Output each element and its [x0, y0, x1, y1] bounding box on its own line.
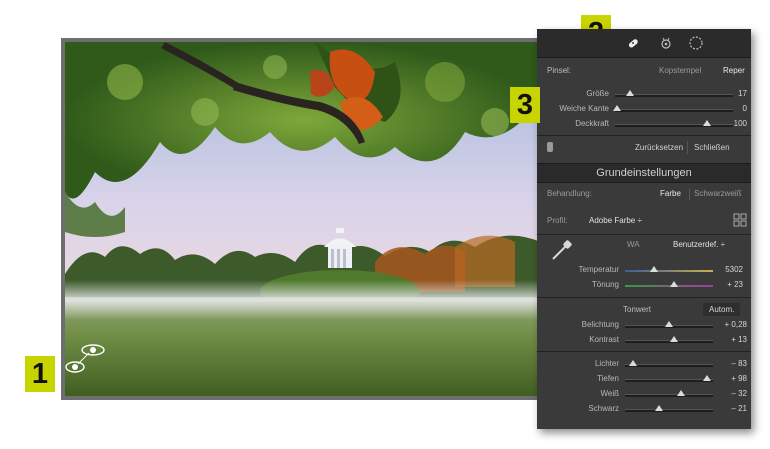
- temperature-value[interactable]: 5302: [713, 264, 743, 276]
- feather-slider[interactable]: [615, 109, 733, 112]
- profile-browser-icon[interactable]: [733, 213, 747, 227]
- feather-label: Weiche Kante: [559, 104, 609, 113]
- clone-mode-button[interactable]: Kopstempel: [659, 65, 701, 77]
- shadows-value[interactable]: + 98: [713, 373, 747, 385]
- size-value[interactable]: 17: [717, 88, 747, 100]
- blacks-value[interactable]: – 21: [713, 403, 747, 415]
- temperature-label: Temperatur: [578, 265, 619, 274]
- shadows-label: Tiefen: [597, 374, 619, 383]
- contrast-label: Kontrast: [589, 335, 619, 344]
- brush-section-label: Pinsel:: [547, 66, 572, 75]
- treatment-bw-button[interactable]: Schwarzweiß: [689, 188, 742, 200]
- wb-select[interactable]: Benutzerdef. ÷: [673, 239, 725, 251]
- profile-select[interactable]: Adobe Farbe ÷: [589, 215, 642, 227]
- healing-brush-icon[interactable]: [625, 35, 641, 51]
- treatment-label: Behandlung:: [547, 189, 592, 198]
- whites-slider[interactable]: [625, 394, 713, 397]
- highlights-slider[interactable]: [625, 364, 713, 367]
- shadows-slider-thumb[interactable]: [703, 375, 711, 381]
- exposure-label: Belichtung: [581, 320, 619, 329]
- badge-3: 3: [510, 87, 540, 123]
- whites-label: Weiß: [600, 389, 619, 398]
- tint-slider-thumb[interactable]: [670, 281, 678, 287]
- opacity-value[interactable]: 100: [717, 118, 747, 130]
- profile-label: Profil:: [547, 216, 568, 225]
- feather-value[interactable]: 0: [717, 103, 747, 115]
- tint-slider[interactable]: [625, 285, 713, 287]
- blacks-slider-thumb[interactable]: [655, 405, 663, 411]
- basic-panel-header[interactable]: Grundeinstellungen: [537, 163, 751, 183]
- tool-strip: [537, 29, 751, 58]
- contrast-value[interactable]: + 13: [713, 334, 747, 346]
- photo-frame: [61, 38, 545, 400]
- blacks-slider[interactable]: [625, 409, 713, 412]
- exposure-slider-thumb[interactable]: [665, 321, 673, 327]
- reset-button[interactable]: Zurücksetzen: [629, 141, 689, 154]
- park-photo: [65, 42, 541, 396]
- shadows-slider[interactable]: [625, 379, 713, 382]
- tone-label: Tonwert: [623, 305, 652, 314]
- heal-mode-button[interactable]: Reper: [723, 65, 745, 77]
- mask-toggle-icon[interactable]: [547, 142, 553, 152]
- auto-tone-button[interactable]: Autom.: [703, 303, 741, 316]
- whites-value[interactable]: – 32: [713, 388, 747, 400]
- temperature-slider-thumb[interactable]: [650, 266, 658, 272]
- tint-value[interactable]: + 23: [713, 279, 743, 291]
- opacity-slider-thumb[interactable]: [703, 120, 711, 126]
- whites-slider-thumb[interactable]: [677, 390, 685, 396]
- contrast-slider[interactable]: [625, 340, 713, 343]
- divider: [537, 297, 751, 298]
- temperature-slider[interactable]: [625, 270, 713, 272]
- treatment-color-button[interactable]: Farbe: [660, 188, 681, 200]
- size-label: Größe: [586, 89, 609, 98]
- exposure-value[interactable]: + 0,28: [713, 319, 747, 331]
- blacks-label: Schwarz: [588, 404, 619, 413]
- red-eye-icon[interactable]: [658, 35, 674, 51]
- divider: [537, 351, 751, 352]
- close-button[interactable]: Schließen: [687, 141, 736, 154]
- size-slider-thumb[interactable]: [626, 90, 634, 96]
- highlights-slider-thumb[interactable]: [629, 360, 637, 366]
- eyedropper-icon[interactable]: [549, 237, 575, 263]
- opacity-label: Deckkraft: [575, 119, 609, 128]
- basic-panel-title: Grundeinstellungen: [596, 167, 692, 179]
- radial-filter-icon[interactable]: [688, 35, 704, 51]
- contrast-slider-thumb[interactable]: [670, 336, 678, 342]
- develop-panel: Pinsel: Kopstempel Reper Größe 17 Weiche…: [537, 29, 751, 429]
- highlights-value[interactable]: – 83: [713, 358, 747, 370]
- divider: [537, 234, 751, 235]
- highlights-label: Lichter: [594, 359, 619, 368]
- wb-label: WA: [627, 240, 640, 249]
- tint-label: Tönung: [591, 280, 619, 289]
- badge-1: 1: [25, 356, 55, 392]
- opacity-slider[interactable]: [615, 124, 733, 127]
- photo-canvas[interactable]: [65, 42, 541, 396]
- feather-slider-thumb[interactable]: [613, 105, 621, 111]
- divider: [537, 135, 751, 136]
